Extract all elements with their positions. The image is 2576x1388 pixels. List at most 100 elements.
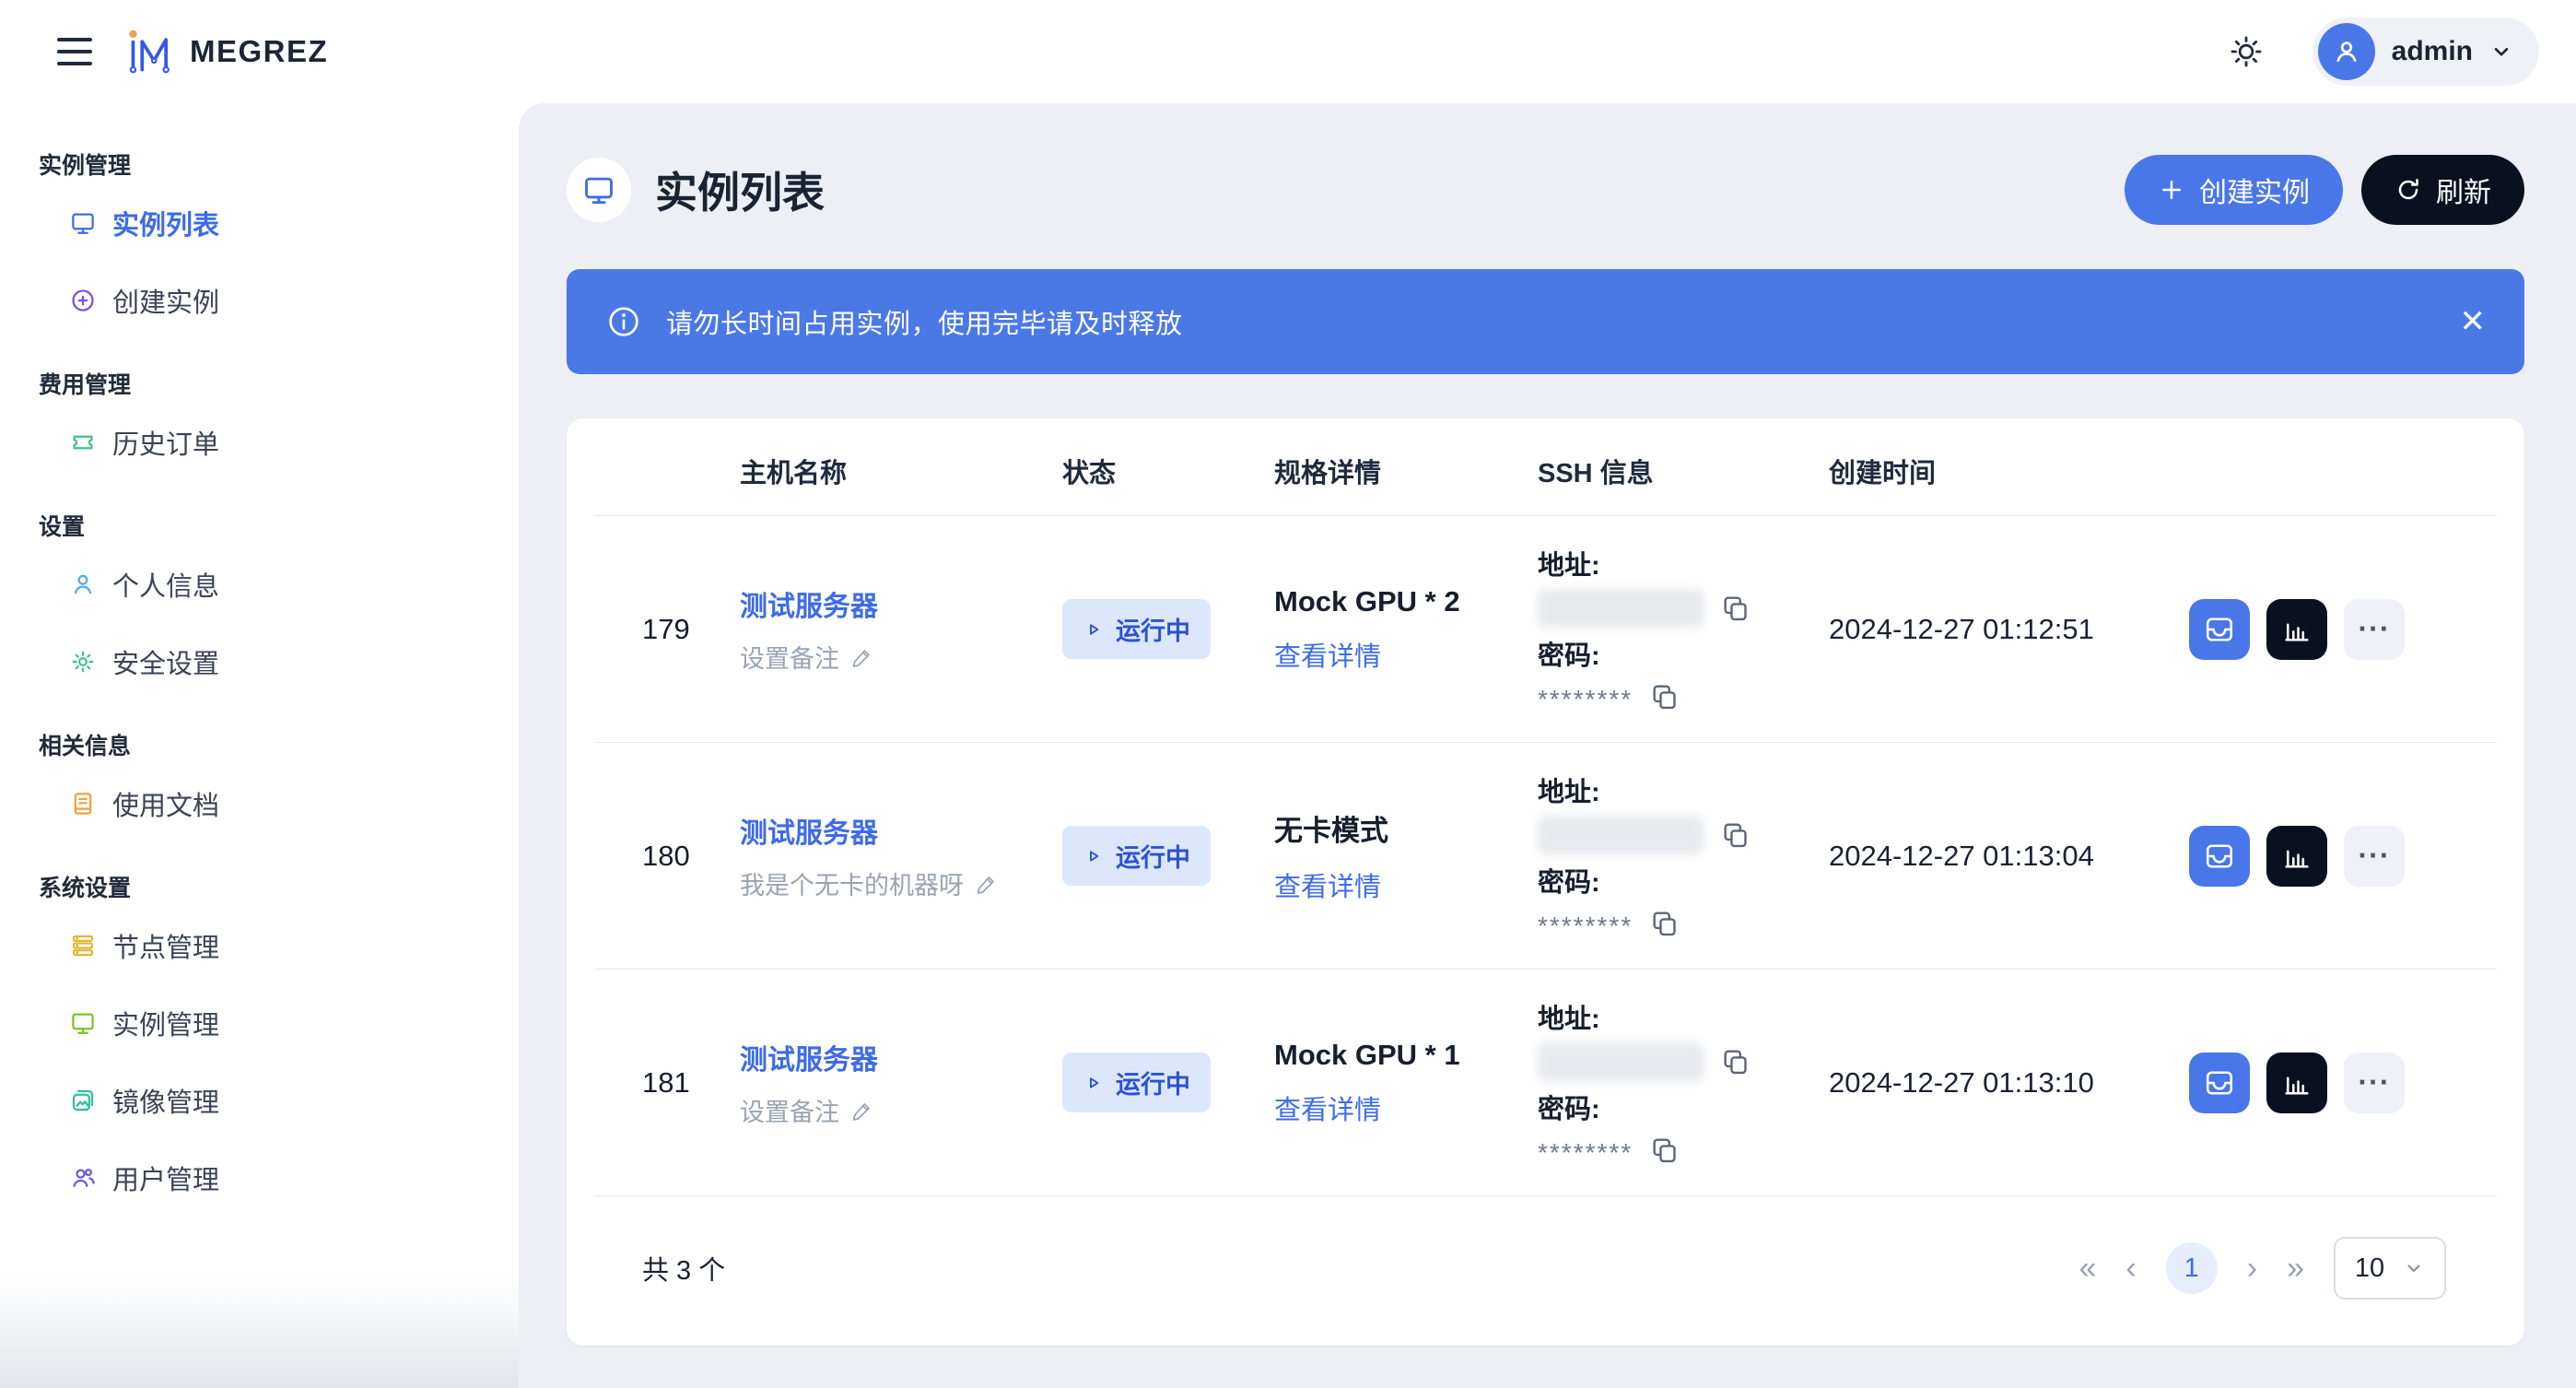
inbox-icon bbox=[2203, 613, 2236, 646]
edit-note-icon[interactable] bbox=[975, 872, 999, 896]
copy-icon bbox=[1720, 593, 1751, 624]
gear-icon bbox=[69, 648, 97, 676]
console-button[interactable] bbox=[2189, 1053, 2250, 1113]
instance-note: 设置备注 bbox=[740, 1092, 839, 1128]
page-size-value: 10 bbox=[2355, 1253, 2384, 1284]
theme-toggle-button[interactable] bbox=[2228, 33, 2265, 70]
sidebar-item-user-mgmt[interactable]: 用户管理 bbox=[0, 1139, 519, 1217]
notice-banner: 请勿长时间占用实例，使用完毕请及时释放 ✕ bbox=[567, 269, 2524, 374]
view-details-link[interactable]: 查看详情 bbox=[1274, 1088, 1501, 1127]
status-text: 运行中 bbox=[1116, 1065, 1190, 1100]
copy-password-button[interactable] bbox=[1649, 1135, 1680, 1166]
copy-icon bbox=[1649, 908, 1680, 939]
banner-close-button[interactable]: ✕ bbox=[2460, 306, 2487, 337]
table-footer: 共 3 个 « ‹ 1 › » 10 bbox=[594, 1196, 2497, 1346]
console-button[interactable] bbox=[2189, 599, 2250, 660]
copy-address-button[interactable] bbox=[1720, 1046, 1751, 1077]
notice-text: 请勿长时间占用实例，使用完毕请及时释放 bbox=[666, 302, 1183, 341]
instance-name-link[interactable]: 测试服务器 bbox=[740, 1037, 1025, 1077]
play-icon bbox=[1083, 1072, 1105, 1094]
last-page-button[interactable]: » bbox=[2287, 1253, 2304, 1284]
view-details-link[interactable]: 查看详情 bbox=[1274, 865, 1501, 904]
refresh-button[interactable]: 刷新 bbox=[2361, 155, 2524, 225]
plus-circle-icon bbox=[69, 287, 97, 314]
ssh-address-label: 地址: bbox=[1538, 544, 1792, 582]
ellipsis-icon: ··· bbox=[2359, 839, 2391, 873]
sidebar-item-profile[interactable]: 个人信息 bbox=[0, 546, 519, 623]
sidebar-item-label: 实例管理 bbox=[112, 1004, 219, 1042]
created-time: 2024-12-27 01:13:10 bbox=[1792, 1066, 2135, 1100]
monitoring-button[interactable] bbox=[2266, 826, 2327, 887]
chevron-down-icon bbox=[2403, 1257, 2425, 1279]
sidebar-item-label: 创建实例 bbox=[112, 281, 219, 320]
copy-address-button[interactable] bbox=[1720, 593, 1751, 624]
sidebar-item-label: 节点管理 bbox=[112, 926, 219, 965]
sidebar-item-instance-mgmt[interactable]: 实例管理 bbox=[0, 984, 519, 1062]
edit-note-icon[interactable] bbox=[850, 1099, 874, 1123]
user-icon bbox=[69, 570, 97, 598]
more-actions-button[interactable]: ··· bbox=[2344, 1053, 2405, 1113]
info-icon bbox=[605, 303, 642, 340]
instance-table-card: 主机名称 状态 规格详情 SSH 信息 创建时间 179 测试服务器 设置备注 bbox=[567, 418, 2524, 1346]
prev-page-button[interactable]: ‹ bbox=[2125, 1253, 2136, 1284]
brand: MEGREZ bbox=[122, 24, 328, 79]
monitoring-button[interactable] bbox=[2266, 1053, 2327, 1113]
bar-chart-icon bbox=[2280, 613, 2313, 646]
next-page-button[interactable]: › bbox=[2247, 1253, 2257, 1284]
bar-chart-icon bbox=[2280, 1066, 2313, 1100]
sidebar-item-node-mgmt[interactable]: 节点管理 bbox=[0, 907, 519, 984]
user-menu-button[interactable]: admin bbox=[2313, 18, 2539, 86]
ellipsis-icon: ··· bbox=[2359, 612, 2391, 646]
ssh-address-redacted bbox=[1538, 816, 1704, 854]
brand-name: MEGREZ bbox=[190, 34, 328, 69]
instance-note: 设置备注 bbox=[740, 639, 839, 675]
sidebar-item-order-history[interactable]: 历史订单 bbox=[0, 404, 519, 481]
view-details-link[interactable]: 查看详情 bbox=[1274, 635, 1501, 674]
instance-name-link[interactable]: 测试服务器 bbox=[740, 583, 1025, 624]
chevron-left-icon: ‹ bbox=[2125, 1251, 2136, 1286]
copy-password-button[interactable] bbox=[1649, 908, 1680, 939]
avatar bbox=[2318, 23, 2375, 80]
edit-note-icon[interactable] bbox=[850, 645, 874, 669]
sidebar-item-instance-list[interactable]: 实例列表 bbox=[0, 184, 519, 262]
menu-toggle-button[interactable] bbox=[52, 32, 98, 71]
first-page-button[interactable]: « bbox=[2079, 1253, 2097, 1284]
chevron-down-icon bbox=[2489, 40, 2513, 64]
status-badge: 运行中 bbox=[1062, 1053, 1211, 1112]
ssh-password-label: 密码: bbox=[1538, 634, 1792, 673]
copy-password-button[interactable] bbox=[1649, 681, 1680, 712]
sidebar-item-docs[interactable]: 使用文档 bbox=[0, 765, 519, 842]
inbox-icon bbox=[2203, 840, 2236, 873]
status-badge: 运行中 bbox=[1062, 599, 1211, 659]
monitoring-button[interactable] bbox=[2266, 599, 2327, 660]
double-chevron-left-icon: « bbox=[2079, 1251, 2097, 1286]
more-actions-button[interactable]: ··· bbox=[2344, 826, 2405, 887]
copy-icon bbox=[1649, 1135, 1680, 1166]
col-created: 创建时间 bbox=[1792, 452, 2135, 490]
sidebar-item-label: 用户管理 bbox=[112, 1159, 219, 1197]
play-icon bbox=[1083, 618, 1105, 641]
instance-name-link[interactable]: 测试服务器 bbox=[740, 810, 1025, 851]
page-number-button[interactable]: 1 bbox=[2166, 1242, 2218, 1294]
status-text: 运行中 bbox=[1116, 838, 1190, 874]
copy-address-button[interactable] bbox=[1720, 819, 1751, 851]
more-actions-button[interactable]: ··· bbox=[2344, 599, 2405, 660]
create-instance-button[interactable]: 创建实例 bbox=[2125, 155, 2343, 225]
hamburger-icon bbox=[57, 38, 92, 41]
megrez-logo-icon bbox=[122, 24, 175, 79]
page-title: 实例列表 bbox=[655, 159, 825, 220]
sidebar-item-image-mgmt[interactable]: 镜像管理 bbox=[0, 1062, 519, 1139]
ssh-address-redacted bbox=[1538, 589, 1704, 628]
monitor-icon bbox=[69, 209, 97, 237]
spec-text: Mock GPU * 2 bbox=[1274, 585, 1501, 618]
sidebar-item-create-instance[interactable]: 创建实例 bbox=[0, 262, 519, 339]
ssh-address-label: 地址: bbox=[1538, 997, 1792, 1036]
sidebar-section-billing: 费用管理 bbox=[39, 367, 519, 400]
sidebar-item-security[interactable]: 安全设置 bbox=[0, 623, 519, 700]
created-time: 2024-12-27 01:12:51 bbox=[1792, 613, 2135, 646]
user-name: admin bbox=[2392, 36, 2473, 67]
sidebar-item-label: 使用文档 bbox=[112, 784, 219, 823]
console-button[interactable] bbox=[2189, 826, 2250, 887]
page-size-select[interactable]: 10 bbox=[2334, 1237, 2446, 1300]
monitor-icon bbox=[69, 1009, 97, 1037]
